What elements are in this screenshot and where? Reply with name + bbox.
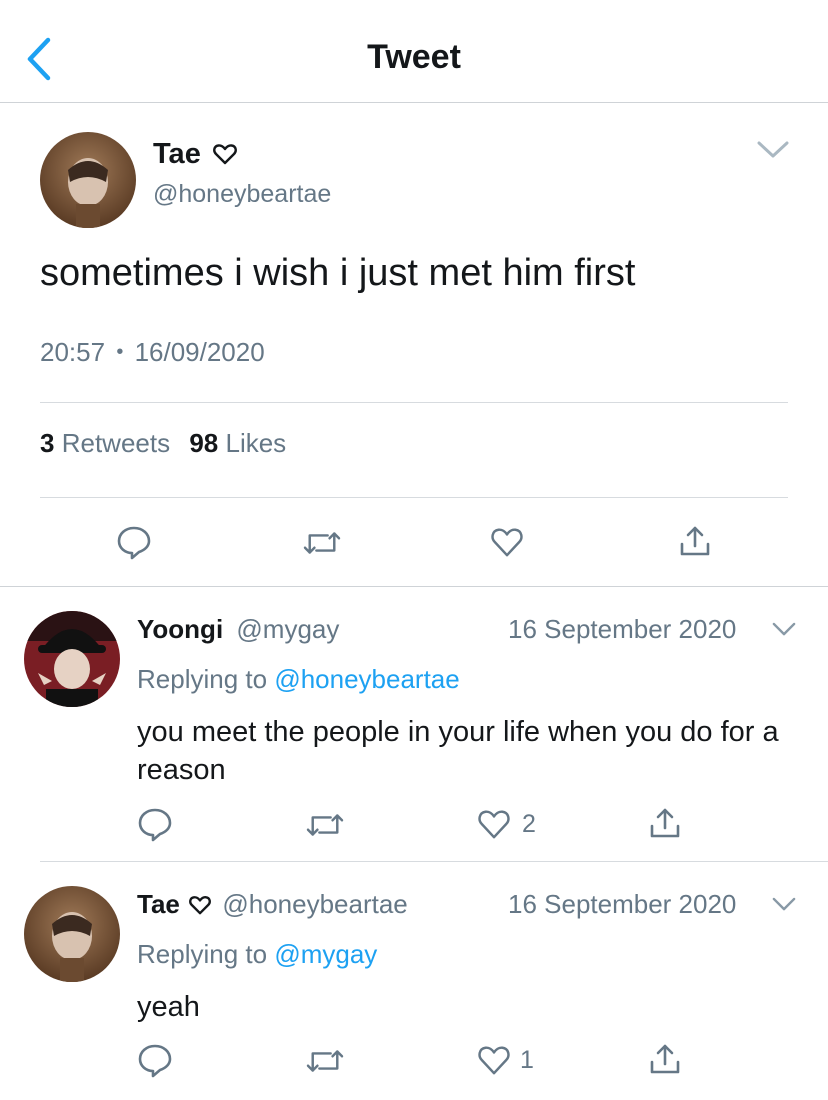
reply-author-handle: @mygay xyxy=(236,614,340,644)
reply-icon[interactable] xyxy=(137,806,173,842)
retweet-icon[interactable] xyxy=(305,1044,345,1078)
chevron-down-icon[interactable] xyxy=(772,897,796,912)
like-icon[interactable] xyxy=(476,1044,512,1076)
page-title: Tweet xyxy=(367,38,461,76)
reply-icon[interactable] xyxy=(137,1042,173,1078)
share-icon[interactable] xyxy=(648,806,682,840)
author-avatar[interactable] xyxy=(40,132,136,228)
author-name[interactable]: Tae xyxy=(153,138,237,171)
share-icon[interactable] xyxy=(678,524,712,558)
chevron-down-icon[interactable] xyxy=(756,140,790,160)
reply-avatar[interactable] xyxy=(24,611,120,707)
reply-author-name: Yoongi xyxy=(137,614,224,644)
section-divider xyxy=(0,586,828,587)
reply-divider xyxy=(40,861,828,862)
replying-to-handle[interactable]: @honeybeartae xyxy=(274,664,459,694)
retweet-icon[interactable] xyxy=(305,808,345,842)
likes-stat[interactable]: 98 Likes xyxy=(189,428,286,458)
tweet-text: sometimes i wish i just met him first xyxy=(40,252,636,294)
retweet-icon[interactable] xyxy=(302,526,342,560)
like-count: 2 xyxy=(522,810,536,838)
chevron-down-icon[interactable] xyxy=(772,622,796,637)
reply-date: 16 September 2020 xyxy=(508,889,737,919)
like-icon[interactable] xyxy=(476,808,512,840)
reply-text: you meet the people in your life when yo… xyxy=(137,716,779,786)
divider xyxy=(40,497,788,498)
retweets-stat[interactable]: 3 Retweets xyxy=(40,428,170,458)
replying-to-handle[interactable]: @mygay xyxy=(274,939,377,969)
reply-author-handle: @honeybeartae xyxy=(222,889,408,919)
heart-outline-icon xyxy=(212,144,237,165)
heart-outline-icon xyxy=(189,896,212,915)
reply-date: 16 September 2020 xyxy=(508,614,737,644)
author-handle[interactable]: @honeybeartae xyxy=(153,180,331,209)
reply-author[interactable]: Tae @honeybeartae xyxy=(137,889,408,920)
reply-avatar[interactable] xyxy=(24,886,120,982)
reply-author-name: Tae xyxy=(137,889,180,919)
replying-to: Replying to @mygay xyxy=(137,939,378,969)
reply-author[interactable]: Yoongi @mygay xyxy=(137,614,339,645)
tweet-stats: 3 Retweets 98 Likes xyxy=(40,428,286,459)
replying-to: Replying to @honeybeartae xyxy=(137,664,460,694)
share-icon[interactable] xyxy=(648,1042,682,1076)
reply-icon[interactable] xyxy=(116,524,152,560)
like-icon[interactable] xyxy=(489,526,525,558)
reply-text: yeah xyxy=(137,991,200,1023)
header-divider xyxy=(0,102,828,103)
divider xyxy=(40,402,788,403)
tweet-timestamp: 20:57 • 16/09/2020 xyxy=(40,337,265,367)
like-count: 1 xyxy=(520,1046,534,1074)
